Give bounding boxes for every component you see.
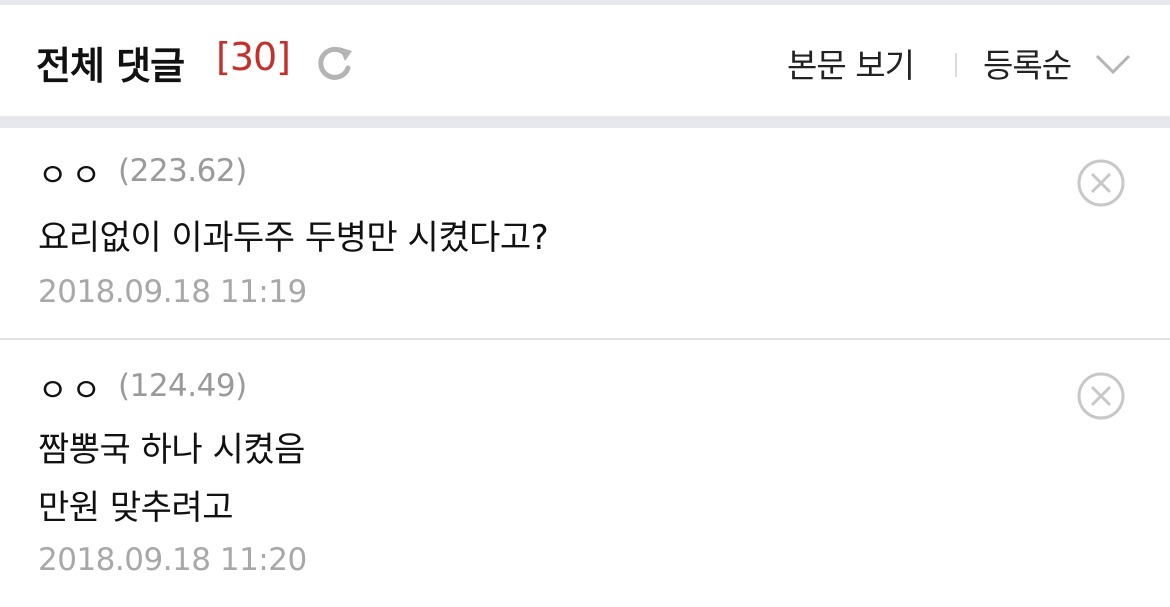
delete-icon[interactable] bbox=[1076, 158, 1126, 208]
comment-text: 요리없이 이과두주 두병만 시켰다고? bbox=[38, 218, 549, 258]
comment-ip: (223.62) bbox=[118, 153, 247, 189]
sort-dropdown[interactable]: 등록순 bbox=[983, 39, 1072, 87]
header-separator bbox=[955, 53, 957, 77]
comments-title: 전체 댓글 bbox=[36, 44, 185, 88]
section-band bbox=[0, 116, 1170, 128]
comment-item: ㅇㅇ (223.62) 요리없이 이과두주 두병만 시켰다고? 2018.09.… bbox=[0, 128, 1170, 338]
comment-author: ㅇㅇ bbox=[38, 156, 105, 194]
comment-author: ㅇㅇ bbox=[38, 371, 105, 409]
refresh-icon[interactable] bbox=[312, 41, 356, 85]
comment-item: ㅇㅇ (124.49) 짬뽕국 하나 시켰음 만원 맞추려고 2018.09.1… bbox=[0, 340, 1170, 607]
chevron-down-icon[interactable] bbox=[1094, 51, 1132, 77]
comment-count: [30] bbox=[216, 35, 291, 79]
view-body-button[interactable]: 본문 보기 bbox=[787, 39, 915, 87]
comment-text-line: 짬뽕국 하나 시켰음 bbox=[38, 430, 305, 470]
comment-date: 2018.09.18 11:19 bbox=[38, 274, 307, 310]
delete-icon[interactable] bbox=[1076, 371, 1126, 421]
comments-header: 전체 댓글 [30] 본문 보기 등록순 bbox=[0, 5, 1170, 116]
comment-date: 2018.09.18 11:20 bbox=[38, 542, 307, 578]
comment-text-line: 만원 맞추려고 bbox=[38, 488, 234, 528]
comment-ip: (124.49) bbox=[118, 368, 247, 404]
